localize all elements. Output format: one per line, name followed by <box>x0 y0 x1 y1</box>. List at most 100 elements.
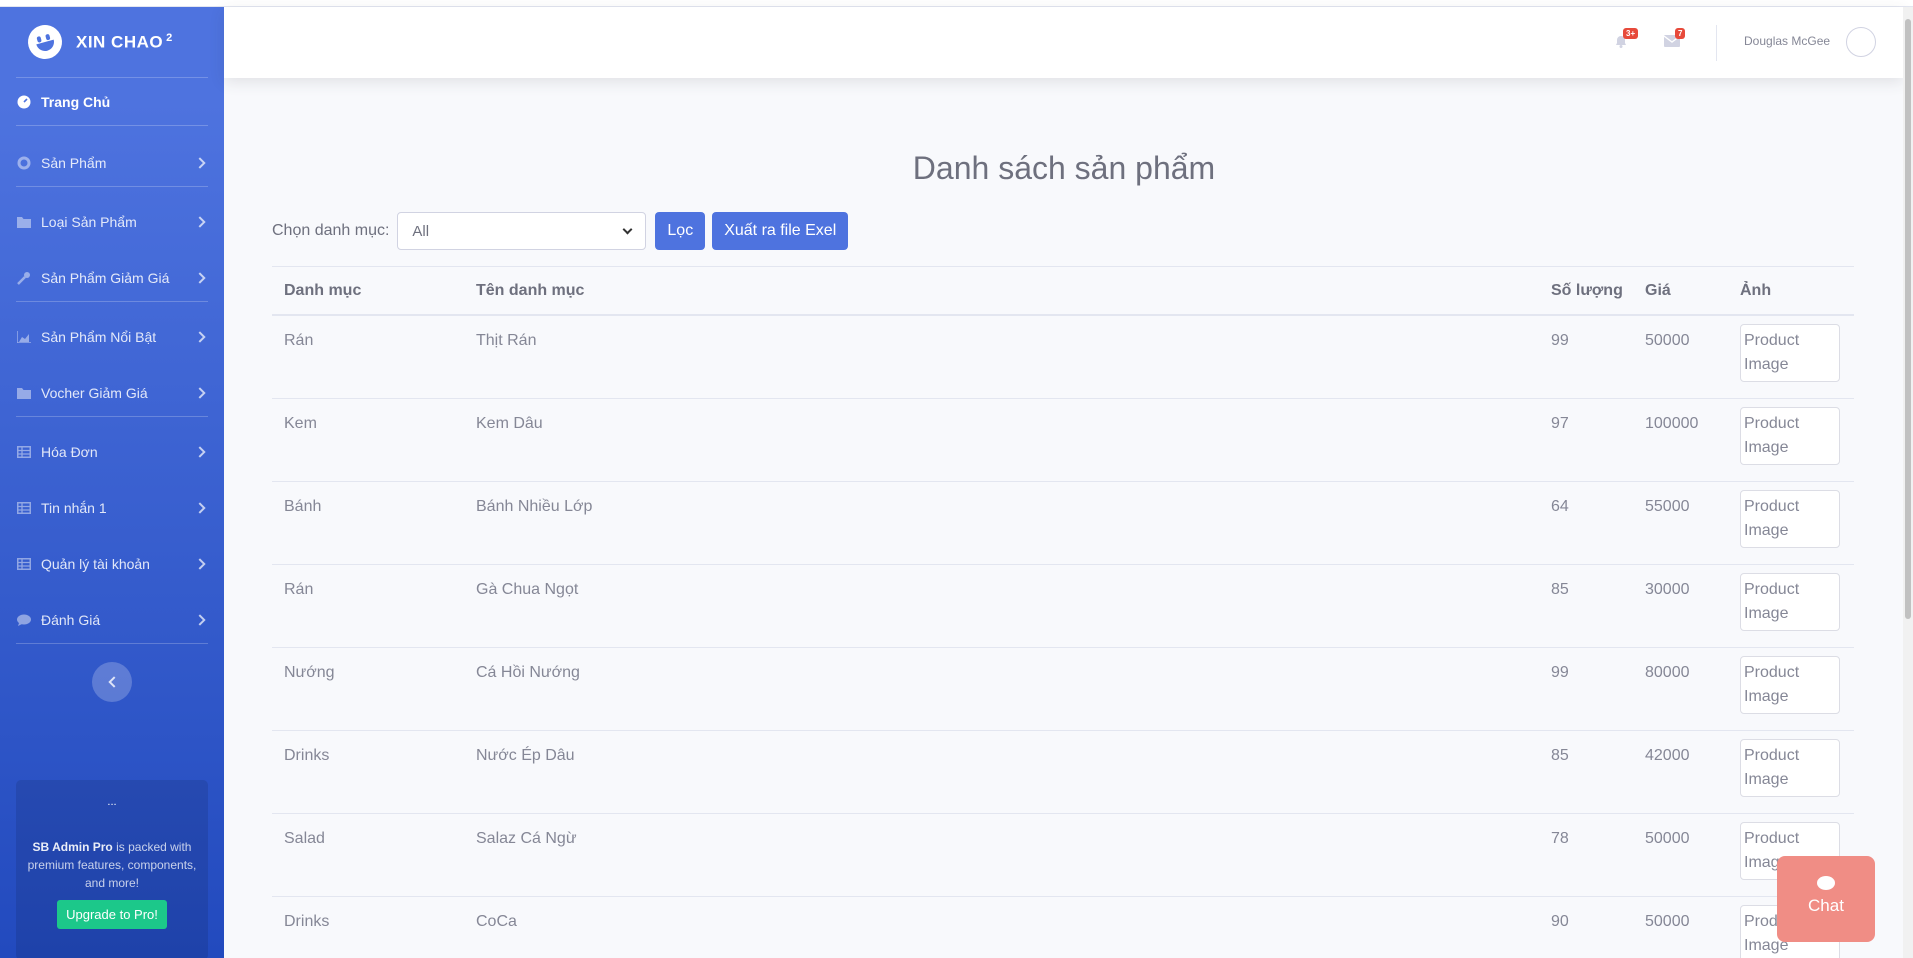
cell-image: Product Image <box>1728 648 1854 730</box>
laugh-wink-icon <box>24 21 66 63</box>
cell-qty: 78 <box>1551 830 1569 847</box>
table-row: Bánh Bánh Nhiều Lớp 64 55000 Product Image <box>272 482 1854 565</box>
table-icon <box>16 445 32 459</box>
table-header: Danh mục Tên danh mục Số lượng Giá Ảnh <box>272 266 1854 316</box>
cell-qty: 90 <box>1551 913 1569 930</box>
product-image: Product Image <box>1740 490 1840 548</box>
cell-price: 42000 <box>1645 747 1690 764</box>
scrollbar-thumb[interactable] <box>1905 19 1911 619</box>
column-header: Số lượng <box>1551 281 1623 299</box>
sidebar-item-label: Trang Chủ <box>41 93 111 110</box>
sidebar-item-label: Sản Phẩm <box>41 155 107 171</box>
promo-card: ... SB Admin Pro is packed with premium … <box>16 780 208 958</box>
column-header: Danh mục <box>284 281 362 299</box>
upgrade-button[interactable]: Upgrade to Pro! <box>57 900 167 929</box>
product-image: Product Image <box>1740 573 1840 631</box>
promo-text: SB Admin Pro is packed with premium feat… <box>27 840 197 890</box>
page-title: Danh sách sản phẩm <box>912 150 1216 186</box>
cell-qty: 85 <box>1551 581 1569 598</box>
cell-qty: 99 <box>1551 664 1569 681</box>
dashboard-icon <box>16 95 32 109</box>
column-header: Tên danh mục <box>476 281 585 299</box>
sidebar-item-vouchers[interactable]: Vocher Giảm Giá <box>0 380 224 406</box>
cell-qty: 64 <box>1551 498 1569 515</box>
user-name[interactable]: Douglas McGee <box>1744 34 1830 48</box>
table-row: Nướng Cá Hồi Nướng 99 80000 Product Image <box>272 648 1854 731</box>
sidebar-item-discount-products[interactable]: Sản Phẩm Giảm Giá <box>0 265 224 291</box>
table-row: Rán Thịt Rán 99 50000 Product Image <box>272 316 1854 399</box>
sidebar-item-accounts[interactable]: Quản lý tài khoản <box>0 551 224 577</box>
chevron-right-icon <box>194 502 206 514</box>
filter-button[interactable]: Lọc <box>655 212 706 250</box>
chevron-right-icon <box>194 614 206 626</box>
sidebar-item-label: Sản Phẩm Nổi Bật <box>41 329 157 345</box>
cell-category: Nướng <box>284 664 335 681</box>
avatar[interactable] <box>1846 27 1876 57</box>
alerts-badge: 3+ <box>1623 28 1639 39</box>
cell-qty: 97 <box>1551 415 1569 432</box>
scrollbar[interactable] <box>1903 7 1913 958</box>
cell-qty: 85 <box>1551 747 1569 764</box>
cell-price: 50000 <box>1645 332 1690 349</box>
messages-badge: 7 <box>1675 28 1686 39</box>
filter-bar: Chọn danh mục: All Lọc Xuất ra file Exel <box>272 212 849 250</box>
sidebar-item-invoices[interactable]: Hóa Đơn <box>0 439 224 465</box>
cell-category: Kem <box>284 415 317 432</box>
column-header: Giá <box>1645 281 1671 299</box>
cell-image: Product Image <box>1728 482 1854 564</box>
sidebar-item-reviews[interactable]: Đánh Giá <box>0 607 224 633</box>
column-header: Ảnh <box>1740 281 1772 299</box>
chart-area-icon <box>16 330 32 344</box>
table-icon <box>16 501 32 515</box>
cell-image: Product Image <box>1728 731 1854 813</box>
chevron-right-icon <box>194 387 206 399</box>
wrench-icon <box>16 271 32 285</box>
cell-category: Bánh <box>284 498 322 515</box>
table-row: Salad Salaz Cá Ngừ 78 50000 Product Image <box>272 814 1854 897</box>
brand[interactable]: XIN CHAO 2 <box>0 7 224 77</box>
alerts-dropdown[interactable]: 3+ <box>1614 28 1639 48</box>
products-table: Danh mục Tên danh mục Số lượng Giá Ảnh R… <box>272 266 1854 958</box>
cell-name: Cá Hồi Nướng <box>476 664 580 681</box>
messages-dropdown[interactable]: 7 <box>1663 28 1686 48</box>
cell-category: Rán <box>284 332 314 349</box>
topbar: 3+ 7 Douglas McGee <box>224 7 1903 78</box>
chat-button[interactable]: Chat <box>1777 856 1875 942</box>
cell-image: Product Image <box>1728 565 1854 647</box>
cell-price: 30000 <box>1645 581 1690 598</box>
cell-name: Nước Ép Dâu <box>476 747 575 764</box>
sidebar: XIN CHAO 2 Trang Chủ Sản Phẩm Loại Sản Ph… <box>0 7 224 958</box>
folder-icon <box>16 386 32 400</box>
chevron-right-icon <box>194 446 206 458</box>
cell-name: Salaz Cá Ngừ <box>476 830 577 847</box>
cell-name: Thịt Rán <box>476 332 537 349</box>
cog-icon <box>16 156 32 170</box>
cell-category: Rán <box>284 581 314 598</box>
cell-category: Drinks <box>284 913 330 930</box>
cell-price: 55000 <box>1645 498 1690 515</box>
sidebar-item-featured-products[interactable]: Sản Phẩm Nổi Bật <box>0 324 224 350</box>
sidebar-item-dashboard[interactable]: Trang Chủ <box>0 78 224 125</box>
cell-name: Kem Dâu <box>476 415 543 432</box>
cell-name: Gà Chua Ngọt <box>476 581 579 598</box>
sidebar-item-products[interactable]: Sản Phẩm <box>0 150 224 176</box>
chat-label: Chat <box>1808 896 1844 915</box>
filter-label: Chọn danh mục: <box>272 222 390 239</box>
cell-price: 100000 <box>1645 415 1699 432</box>
main-content: Danh sách sản phẩm Chọn danh mục: All Lọ… <box>224 78 1904 958</box>
cell-name: Bánh Nhiều Lớp <box>476 498 593 515</box>
topbar-divider <box>1716 25 1717 61</box>
brand-name: XIN CHAO 2 <box>76 31 173 52</box>
product-image: Product Image <box>1740 407 1840 465</box>
comment-icon <box>1817 876 1835 890</box>
table-row: Drinks Nước Ép Dâu 85 42000 Product Image <box>272 731 1854 814</box>
category-select[interactable]: All <box>397 212 647 250</box>
cell-category: Drinks <box>284 747 330 764</box>
sidebar-item-messages[interactable]: Tin nhắn 1 <box>0 495 224 521</box>
sidebar-item-label: Vocher Giảm Giá <box>41 385 148 401</box>
sidebar-item-product-types[interactable]: Loại Sản Phẩm <box>0 209 224 235</box>
cell-image: Product Image <box>1728 399 1854 481</box>
sidebar-toggle-button[interactable] <box>92 662 132 702</box>
export-excel-button[interactable]: Xuất ra file Exel <box>712 212 849 250</box>
sidebar-item-label: Hóa Đơn <box>41 444 98 460</box>
